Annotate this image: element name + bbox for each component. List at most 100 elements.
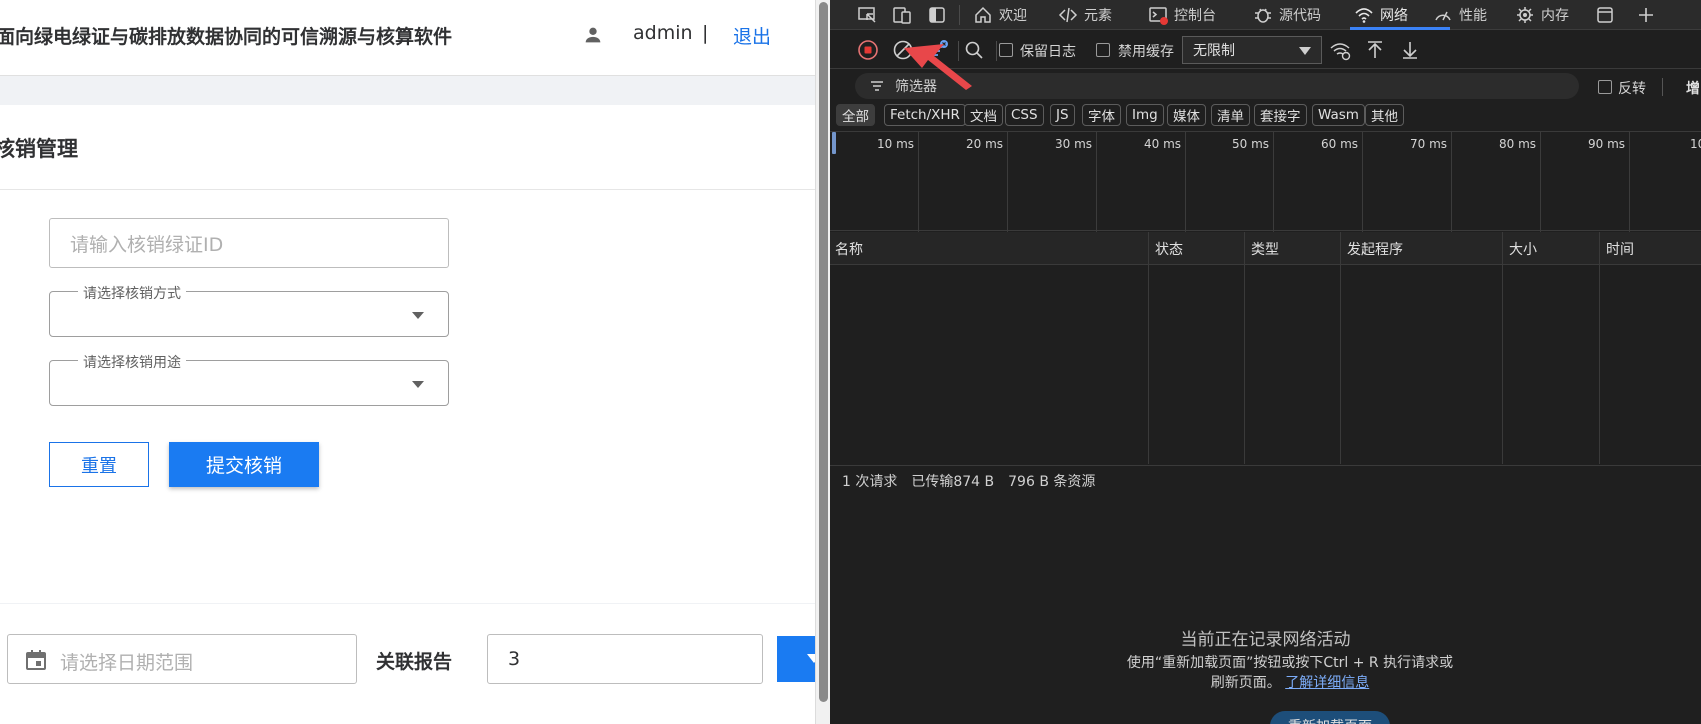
filter-divider (1662, 78, 1663, 96)
resources-size: 796 B 条资源 (1008, 473, 1096, 490)
add-tab-icon[interactable] (1636, 5, 1656, 25)
devtools-tabbar: 欢迎 元素 控制台 源代码 网络 性能 内存 (830, 0, 1701, 30)
filter-settings-icon[interactable] (927, 39, 949, 61)
header-separator: | (702, 22, 709, 44)
throttling-select[interactable]: 无限制 (1182, 36, 1322, 64)
inspect-icon[interactable] (857, 5, 877, 25)
chip-icon (1517, 7, 1533, 23)
type-filter-doc[interactable]: 文档 (964, 104, 1003, 126)
panel-window-icon[interactable] (1595, 5, 1615, 25)
timeline-gridline (1185, 132, 1186, 232)
timeline-gridline (1362, 132, 1363, 232)
recording-empty-state: 当前正在记录网络活动 使用“重新加载页面”按钮或按下Ctrl + R 执行请求或… (830, 495, 1701, 724)
throttling-value: 无限制 (1193, 43, 1235, 59)
search-icon[interactable] (963, 39, 985, 61)
resource-type-filters: 全部 Fetch/XHR 文档 CSS JS 字体 Img 媒体 清单 套接字 … (830, 104, 1701, 130)
tab-network[interactable]: 网络 (1354, 0, 1408, 30)
tab-sources[interactable]: 源代码 (1253, 0, 1321, 30)
date-range-picker[interactable]: 请选择日期范围 (7, 634, 357, 684)
dropdown-caret-icon (412, 381, 424, 388)
table-header: 名称 状态 类型 发起程序 大小 时间 (830, 232, 1701, 265)
tab-network-label: 网络 (1380, 8, 1408, 24)
timeline-gridline (1096, 132, 1097, 232)
type-filter-js[interactable]: JS (1050, 104, 1075, 126)
type-filter-manifest[interactable]: 清单 (1211, 104, 1250, 126)
preserve-log-checkbox[interactable] (999, 43, 1013, 57)
column-status[interactable]: 状态 (1150, 232, 1183, 265)
logout-link[interactable]: 退出 (733, 22, 771, 49)
type-filter-all[interactable]: 全部 (836, 104, 875, 126)
type-filter-socket[interactable]: 套接字 (1254, 104, 1307, 126)
timeline-gridline (1629, 132, 1630, 232)
timeline-tick: 50 ms (1232, 137, 1270, 151)
related-report-input[interactable]: 3 (487, 634, 763, 684)
column-divider (1340, 232, 1341, 464)
wifi-icon (1355, 8, 1373, 23)
tab-console[interactable]: 控制台 (1148, 0, 1216, 30)
console-icon (1149, 7, 1168, 25)
type-filter-other[interactable]: 其他 (1365, 104, 1404, 126)
type-filter-wasm[interactable]: Wasm (1312, 104, 1365, 126)
column-divider (1244, 232, 1245, 464)
divider (0, 189, 815, 190)
type-filter-fetch-xhr[interactable]: Fetch/XHR (884, 104, 966, 126)
device-emulation-icon[interactable] (892, 5, 912, 25)
app-title: 面向绿电绿证与碳排放数据协同的可信溯源与核算软件 (0, 26, 453, 48)
column-name[interactable]: 名称 (830, 232, 863, 265)
column-initiator[interactable]: 发起程序 (1342, 232, 1403, 265)
reset-button[interactable]: 重置 (49, 442, 149, 487)
invert-checkbox[interactable] (1598, 80, 1612, 94)
query-dropdown-button[interactable] (777, 636, 815, 682)
clear-icon[interactable] (892, 39, 914, 61)
network-timeline[interactable]: 10 ms 20 ms 30 ms 40 ms 50 ms 60 ms 70 m… (830, 131, 1701, 232)
record-stop-icon[interactable] (857, 39, 879, 61)
timeline-cursor[interactable] (832, 132, 836, 154)
type-filter-font[interactable]: 字体 (1082, 104, 1121, 126)
devtools-panel: 欢迎 元素 控制台 源代码 网络 性能 内存 保留日志 禁用缓存 无限制 筛选器… (830, 0, 1701, 724)
writeoff-method-select[interactable]: 请选择核销方式 (49, 283, 449, 337)
export-har-icon[interactable] (1399, 39, 1421, 61)
home-icon (975, 6, 991, 23)
filter-placeholder: 筛选器 (895, 79, 937, 95)
tab-memory[interactable]: 内存 (1515, 0, 1569, 30)
disable-cache-checkbox[interactable] (1096, 43, 1110, 57)
bug-icon (1255, 8, 1271, 23)
filter-input[interactable]: 筛选器 (855, 73, 1579, 99)
column-time[interactable]: 时间 (1601, 232, 1634, 265)
more-filters-label[interactable]: 增 (1686, 78, 1700, 98)
toolbar-divider (996, 41, 997, 61)
timeline-tick: 60 ms (1321, 137, 1359, 151)
recording-title: 当前正在记录网络活动 (1180, 630, 1351, 650)
page-scrollbar[interactable] (815, 0, 830, 724)
type-filter-media[interactable]: 媒体 (1167, 104, 1206, 126)
tab-performance[interactable]: 性能 (1433, 0, 1487, 30)
transferred-size: 已传输874 B (911, 473, 995, 490)
cert-id-input[interactable]: 请输入核销绿证ID (49, 218, 449, 268)
tab-elements[interactable]: 元素 (1058, 0, 1112, 30)
learn-more-link[interactable]: 了解详细信息 (1285, 675, 1369, 691)
writeoff-usage-select[interactable]: 请选择核销用途 (49, 352, 449, 406)
reload-page-button[interactable]: 重新加载页面 (1270, 711, 1390, 724)
column-divider (1148, 232, 1149, 464)
gauge-icon (1435, 11, 1451, 21)
query-card: 请选择日期范围 关联报告 3 (0, 604, 815, 724)
web-app: 面向绿电绿证与碳排放数据协同的可信溯源与核算软件 admin | 退出 核销管理… (0, 0, 815, 724)
app-header: 面向绿电绿证与碳排放数据协同的可信溯源与核算软件 admin | 退出 (0, 0, 815, 76)
import-har-icon[interactable] (1364, 39, 1386, 61)
scrollbar-thumb[interactable] (819, 2, 828, 702)
timeline-tick: 10 (1690, 137, 1701, 151)
dock-side-icon[interactable] (927, 5, 947, 25)
user-icon (585, 27, 601, 43)
network-conditions-icon[interactable] (1329, 39, 1351, 61)
cert-id-placeholder: 请输入核销绿证ID (70, 233, 224, 256)
type-filter-css[interactable]: CSS (1005, 104, 1044, 126)
submit-writeoff-button[interactable]: 提交核销 (169, 442, 319, 487)
timeline-gridline (1273, 132, 1274, 232)
timeline-tick: 70 ms (1410, 137, 1448, 151)
tab-welcome[interactable]: 欢迎 (973, 0, 1027, 30)
column-type[interactable]: 类型 (1246, 232, 1279, 265)
dropdown-caret-icon (412, 312, 424, 319)
column-size[interactable]: 大小 (1504, 232, 1537, 265)
tab-divider (959, 5, 960, 25)
type-filter-img[interactable]: Img (1126, 104, 1164, 126)
